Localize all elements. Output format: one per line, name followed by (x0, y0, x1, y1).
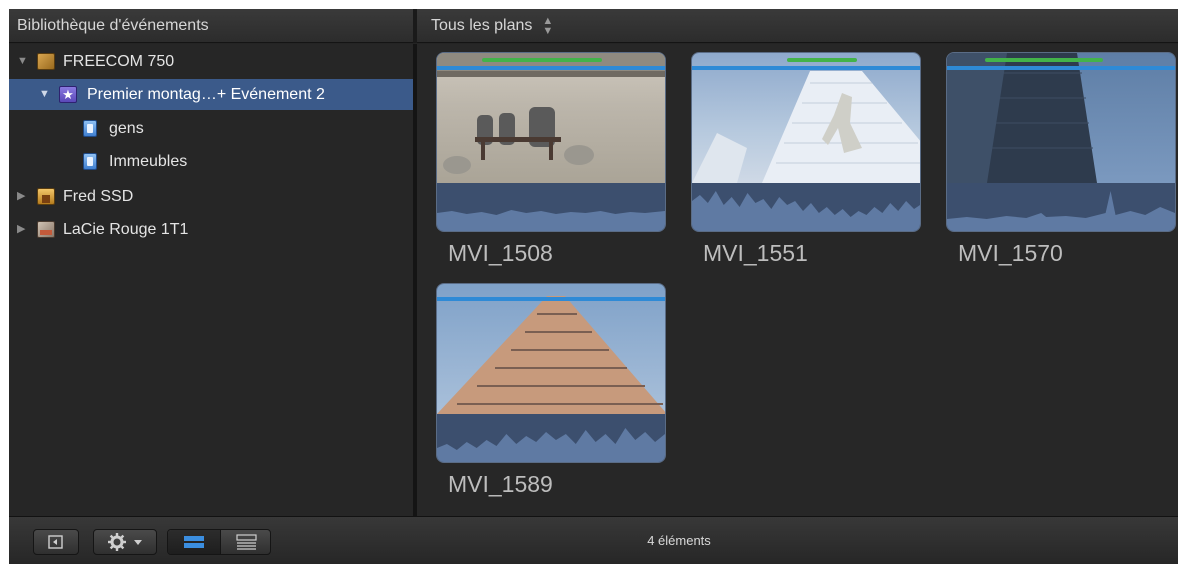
sidebar-toggle-icon (48, 535, 63, 549)
filmstrip-view-button[interactable] (168, 530, 220, 554)
clip-thumbnail (947, 53, 1175, 183)
clip-filter-popup[interactable]: Tous les plans (431, 17, 532, 34)
sidebar-item-immeubles[interactable]: Immeubles (9, 146, 413, 177)
disclosure-open-icon[interactable]: ▼ (39, 79, 50, 110)
library-header: Bibliothèque d'événements (9, 9, 413, 43)
disclosure-closed-icon[interactable]: ▶ (17, 181, 25, 212)
audio-waveform (437, 183, 665, 231)
sidebar-item-label: Fred SSD (63, 188, 134, 205)
favorite-bar (437, 297, 665, 301)
filmstrip-view-icon (184, 536, 204, 548)
clip-filmstrip[interactable] (691, 52, 921, 232)
clip-filmstrip[interactable] (946, 52, 1176, 232)
favorite-bar (692, 66, 920, 70)
list-view-button[interactable] (221, 530, 270, 554)
browser-header[interactable]: Tous les plans ▲ ▼ (417, 9, 1178, 43)
sidebar-item-lacie[interactable]: ▶ LaCie Rouge 1T1 (9, 214, 413, 245)
keyword-bar (787, 58, 857, 62)
sidebar-item-label: gens (109, 120, 144, 137)
sidebar-item-label: Immeubles (109, 153, 188, 170)
audio-waveform (947, 183, 1175, 231)
clip-name: MVI_1589 (448, 471, 553, 497)
sidebar-item-freecom[interactable]: ▼ FREECOM 750 (9, 46, 413, 77)
clip-thumbnail (437, 53, 665, 183)
drive-icon (37, 53, 55, 70)
disclosure-closed-icon[interactable]: ▶ (17, 214, 25, 245)
sidebar-item-label: Premier montag…+ Evénement 2 (87, 86, 325, 103)
keyword-bar (482, 58, 602, 62)
sidebar-item-label: LaCie Rouge 1T1 (63, 221, 189, 238)
keyword-collection-icon (83, 120, 97, 137)
item-count: 4 éléments (647, 533, 711, 548)
updown-arrows-icon[interactable]: ▲ ▼ (542, 15, 553, 36)
gear-icon (108, 533, 142, 551)
disclosure-open-icon[interactable]: ▼ (17, 46, 28, 77)
clip-thumbnail (437, 284, 665, 414)
action-menu-button[interactable] (93, 529, 157, 555)
view-switcher (167, 529, 271, 555)
sidebar-item-event[interactable]: ▼ ★ Premier montag…+ Evénement 2 (9, 79, 413, 110)
list-view-icon (236, 534, 257, 550)
event-library-sidebar: ▼ FREECOM 750 ▼ ★ Premier montag…+ Evéne… (9, 44, 413, 516)
event-star-icon: ★ (59, 86, 77, 103)
audio-waveform (692, 183, 920, 231)
clip-filmstrip[interactable] (436, 52, 666, 232)
drive-icon (37, 221, 55, 238)
bottom-toolbar: 4 éléments (9, 516, 1178, 564)
clip-name: MVI_1570 (958, 240, 1063, 266)
favorite-bar (947, 66, 1175, 70)
clip-thumbnail (692, 53, 920, 183)
clip-browser: MVI_1508 MVI_1551 MVI_1570 MVI_1589 (417, 44, 1178, 516)
event-browser-window: Bibliothèque d'événements Tous les plans… (9, 9, 1178, 564)
drive-icon (37, 188, 55, 205)
sidebar-item-label: FREECOM 750 (63, 53, 175, 70)
audio-waveform (437, 414, 665, 462)
favorite-bar (437, 66, 665, 70)
library-title: Bibliothèque d'événements (17, 17, 209, 34)
keyword-bar (985, 58, 1103, 62)
sidebar-item-gens[interactable]: gens (9, 113, 413, 144)
toggle-library-button[interactable] (33, 529, 79, 555)
clip-name: MVI_1508 (448, 240, 553, 266)
clip-name: MVI_1551 (703, 240, 808, 266)
clip-filmstrip[interactable] (436, 283, 666, 463)
sidebar-item-fred-ssd[interactable]: ▶ Fred SSD (9, 181, 413, 212)
keyword-collection-icon (83, 153, 97, 170)
